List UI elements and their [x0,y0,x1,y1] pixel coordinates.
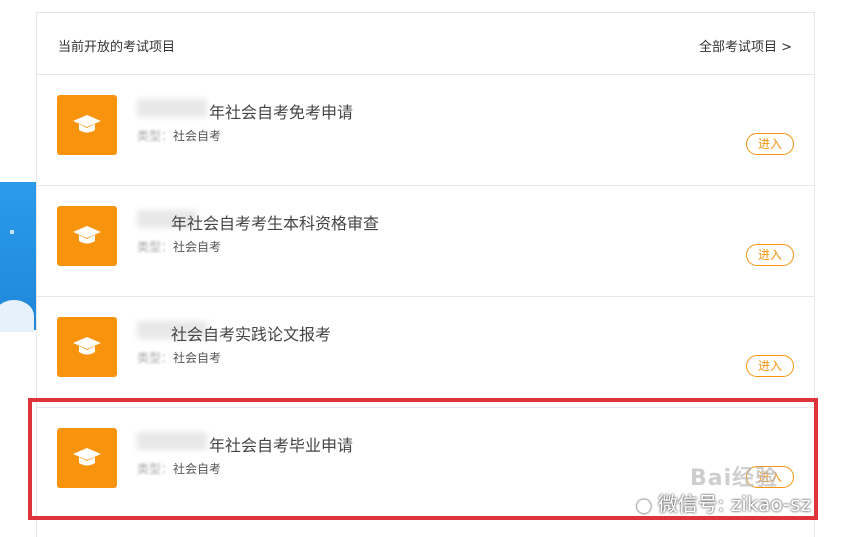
enter-button[interactable]: 进入 [746,355,794,377]
all-exams-link[interactable]: 全部考试项目 > [699,36,792,55]
graduation-cap-icon [57,206,117,266]
strip-cloud [0,300,34,332]
wechat-watermark: ● 微信号: zikao-sz [636,488,811,517]
exam-item: 年社会自考考生本科资格审查 类型：社会自考 进入 [37,186,814,297]
exam-item: 社会自考实践论文报考 类型：社会自考 进入 [37,297,814,408]
left-background-strip [0,182,36,332]
wechat-id: 微信号: zikao-sz [657,492,812,516]
type-value: 社会自考 [173,240,222,254]
exam-item-type: 类型：社会自考 [137,127,221,144]
panel-title: 当前开放的考试项目 [58,40,176,55]
enter-button[interactable]: 进入 [746,244,794,266]
graduation-cap-icon [57,317,117,377]
type-value: 社会自考 [173,351,222,365]
graduation-cap-icon [57,95,117,155]
exam-item-type: 类型：社会自考 [137,238,221,255]
panel-header: 当前开放的考试项目 全部考试项目 > [37,13,814,75]
exam-item: 年社会自考免考申请 类型：社会自考 进入 [37,75,814,186]
type-label: 类型： [137,129,174,143]
wechat-icon: ● [636,495,652,516]
exam-item-title[interactable]: 年社会自考考生本科资格审查 [171,210,379,234]
type-value: 社会自考 [173,129,222,143]
type-label: 类型： [137,240,174,254]
redacted-year [137,99,207,117]
type-label: 类型： [137,351,174,365]
exam-item-title[interactable]: 社会自考实践论文报考 [171,321,331,345]
enter-button[interactable]: 进入 [746,133,794,155]
exam-item-title[interactable]: 年社会自考免考申请 [209,99,353,123]
strip-dot [10,230,14,234]
exam-item-type: 类型：社会自考 [137,349,221,366]
